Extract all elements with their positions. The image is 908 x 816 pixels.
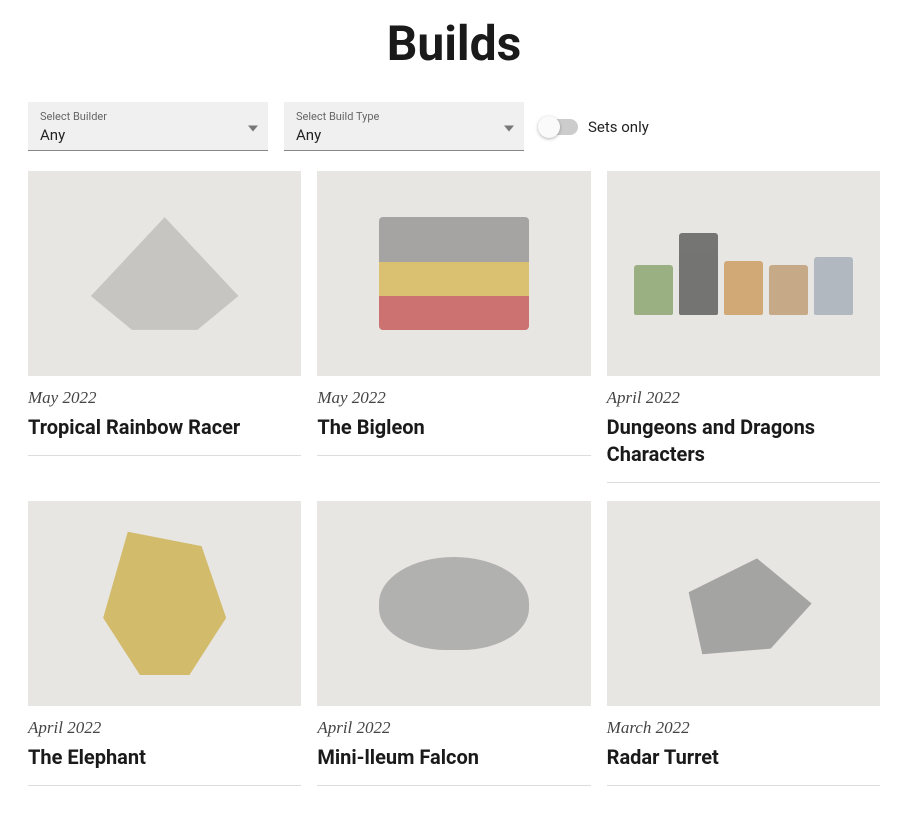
build-thumbnail xyxy=(317,171,590,376)
build-title: Dungeons and Dragons Characters xyxy=(607,414,880,468)
page-title: Builds xyxy=(28,0,880,102)
builder-select-value: Any xyxy=(40,126,65,144)
build-title: Tropical Rainbow Racer xyxy=(28,414,301,441)
build-date: April 2022 xyxy=(28,718,301,738)
build-thumbnail xyxy=(28,501,301,706)
build-card[interactable]: March 2022 Radar Turret xyxy=(607,501,880,786)
build-card[interactable]: May 2022 Tropical Rainbow Racer xyxy=(28,171,301,483)
sets-only-label: Sets only xyxy=(588,118,649,136)
card-divider xyxy=(317,455,590,456)
build-date: April 2022 xyxy=(317,718,590,738)
build-card[interactable]: April 2022 Mini-lleum Falcon xyxy=(317,501,590,786)
build-date: May 2022 xyxy=(28,388,301,408)
build-title: The Elephant xyxy=(28,744,301,771)
build-title: Radar Turret xyxy=(607,744,880,771)
card-divider xyxy=(28,785,301,786)
build-date: April 2022 xyxy=(607,388,880,408)
build-card[interactable]: April 2022 The Elephant xyxy=(28,501,301,786)
build-thumbnail xyxy=(317,501,590,706)
build-thumbnail xyxy=(607,501,880,706)
chevron-down-icon xyxy=(504,117,514,136)
sets-only-toggle[interactable] xyxy=(540,119,578,135)
build-type-select-label: Select Build Type xyxy=(296,110,512,123)
build-card[interactable]: May 2022 The Bigleon xyxy=(317,171,590,483)
sets-only-control: Sets only xyxy=(540,118,649,136)
filters-bar: Select Builder Any Select Build Type Any… xyxy=(28,102,880,151)
builder-select[interactable]: Select Builder Any xyxy=(28,102,268,151)
build-thumbnail xyxy=(607,171,880,376)
build-thumbnail xyxy=(28,171,301,376)
build-title: Mini-lleum Falcon xyxy=(317,744,590,771)
build-date: March 2022 xyxy=(607,718,880,738)
builds-grid: May 2022 Tropical Rainbow Racer May 2022… xyxy=(28,171,880,786)
build-card[interactable]: April 2022 Dungeons and Dragons Characte… xyxy=(607,171,880,483)
builder-select-label: Select Builder xyxy=(40,110,256,123)
build-type-select[interactable]: Select Build Type Any xyxy=(284,102,524,151)
build-title: The Bigleon xyxy=(317,414,590,441)
card-divider xyxy=(28,455,301,456)
card-divider xyxy=(317,785,590,786)
chevron-down-icon xyxy=(248,117,258,136)
card-divider xyxy=(607,785,880,786)
build-date: May 2022 xyxy=(317,388,590,408)
toggle-knob xyxy=(538,116,560,138)
card-divider xyxy=(607,482,880,483)
build-type-select-value: Any xyxy=(296,126,321,144)
